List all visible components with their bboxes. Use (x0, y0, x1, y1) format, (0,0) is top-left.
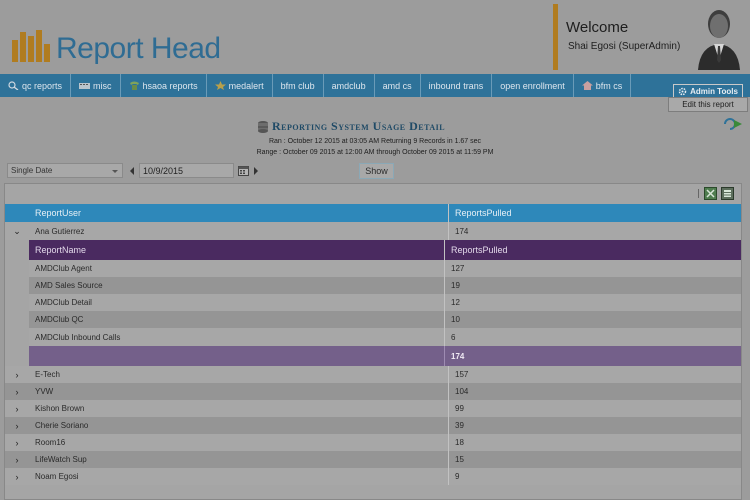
date-mode-select[interactable]: Single Date (7, 163, 123, 178)
report-name-cell: AMDClub Detail (35, 298, 92, 307)
app-header: Report Head Welcome Shai Egosi (SuperAdm… (0, 0, 750, 74)
user-avatar-icon[interactable] (694, 2, 744, 70)
report-user-cell: Room16 (35, 438, 66, 447)
nav-item-inbound-trans[interactable]: inbound trans (421, 74, 493, 97)
report-user-cell: Cherie Soriano (35, 421, 89, 430)
expand-chevron-icon[interactable]: › (5, 400, 29, 417)
previous-date-icon[interactable] (130, 167, 134, 175)
grid-header-row: ReportUser ReportsPulled (5, 204, 741, 222)
table-row[interactable]: ⌄ Ana Gutierrez 174 (5, 222, 741, 240)
home-icon (581, 81, 593, 90)
detail-row: AMDClub Detail 12 (29, 294, 741, 311)
report-user-cell: E-Tech (35, 370, 60, 379)
user-name: Shai Egosi (SuperAdmin) (568, 41, 681, 52)
star-icon (214, 81, 226, 90)
database-icon (258, 120, 268, 133)
collapse-chevron-icon[interactable]: ⌄ (5, 222, 29, 240)
calendar-icon[interactable] (238, 165, 249, 176)
nav-item-open-enrollment[interactable]: open enrollment (492, 74, 574, 97)
reports-pulled-cell: 15 (455, 455, 464, 464)
reports-pulled-cell: 39 (455, 421, 464, 430)
report-name-cell: AMDClub Agent (35, 264, 92, 273)
reports-pulled-cell: 157 (455, 370, 469, 379)
header-divider (553, 4, 558, 70)
report-title: Reporting System Usage Detail (258, 119, 498, 134)
chevron-down-icon (112, 170, 118, 173)
nav-item-amdclub[interactable]: amdclub (324, 74, 375, 97)
column-header-report-user[interactable]: ReportUser (29, 204, 81, 222)
reports-pulled-cell: 18 (455, 438, 464, 447)
nav-item-bfm-cs[interactable]: bfm cs (574, 74, 632, 97)
table-row[interactable]: › Cherie Soriano 39 (5, 417, 741, 434)
detail-row: AMDClub QC 10 (29, 311, 741, 328)
nav-item-misc[interactable]: misc (71, 74, 121, 97)
reports-pulled-cell: 10 (451, 315, 460, 324)
table-row[interactable]: › Noam Egosi 9 (5, 468, 741, 485)
table-row[interactable]: › LifeWatch Sup 15 (5, 451, 741, 468)
detail-row: AMDClub Inbound Calls 6 (29, 328, 741, 346)
detail-total-value: 174 (451, 351, 465, 361)
nav-item-medalert[interactable]: medalert (207, 74, 273, 97)
table-row[interactable]: › Kishon Brown 99 (5, 400, 741, 417)
show-button[interactable]: Show (359, 163, 394, 179)
reports-pulled-cell: 99 (455, 404, 464, 413)
export-excel-icon[interactable] (704, 187, 717, 200)
report-name-cell: AMDClub Inbound Calls (35, 332, 121, 342)
expand-chevron-icon[interactable]: › (5, 366, 29, 383)
export-csv-icon[interactable] (721, 187, 734, 200)
app-title[interactable]: Report Head (56, 32, 221, 66)
nav-item-hsaoa-reports[interactable]: hsaoa reports (121, 74, 207, 97)
detail-total-row: 174 (29, 346, 741, 366)
reports-pulled-cell: 9 (455, 472, 460, 481)
date-input[interactable] (139, 163, 234, 178)
expand-chevron-icon[interactable]: › (5, 451, 29, 468)
nav-item-amd-cs[interactable]: amd cs (375, 74, 421, 97)
reports-pulled-cell: 12 (451, 298, 460, 307)
report-user-cell: YVW (35, 387, 54, 396)
report-user-cell: Ana Gutierrez (35, 226, 85, 236)
next-date-icon[interactable] (254, 167, 258, 175)
expand-chevron-icon[interactable]: › (5, 434, 29, 451)
edit-report-menu-item[interactable]: Edit this report (668, 97, 748, 112)
reports-pulled-cell: 104 (455, 387, 469, 396)
reports-pulled-cell: 127 (451, 264, 465, 273)
nav-item-qc-reports[interactable]: qc reports (0, 74, 72, 97)
reports-pulled-cell: 6 (451, 332, 456, 342)
column-header-reports-pulled[interactable]: ReportsPulled (449, 204, 512, 222)
reports-pulled-cell: 174 (455, 226, 469, 236)
report-name-cell: AMD Sales Source (35, 281, 103, 290)
table-row[interactable]: › Room16 18 (5, 434, 741, 451)
detail-header-row: ReportName ReportsPulled (29, 240, 741, 260)
report-user-cell: LifeWatch Sup (35, 455, 87, 464)
detail-row: AMDClub Agent 127 (29, 260, 741, 277)
expand-chevron-icon[interactable]: › (5, 417, 29, 434)
phone-icon (129, 81, 139, 90)
table-row[interactable]: › E-Tech 157 (5, 366, 741, 383)
refresh-icon[interactable] (722, 117, 742, 131)
keyboard-icon (79, 83, 91, 89)
detail-row: AMD Sales Source 19 (29, 277, 741, 294)
bar-chart-logo-icon (12, 30, 50, 62)
reports-pulled-cell: 19 (451, 281, 460, 290)
admin-tools-button[interactable]: Admin Tools (673, 84, 743, 98)
report-grid: ReportUser ReportsPulled ⌄ Ana Gutierrez… (4, 183, 742, 500)
run-info: Ran : October 12 2015 at 03:05 AM Return… (268, 138, 482, 145)
range-info: Range : October 09 2015 at 12:00 AM thro… (256, 149, 494, 156)
expand-chevron-icon[interactable]: › (5, 468, 29, 485)
toolbar-separator (698, 189, 699, 198)
table-row[interactable]: › YVW 104 (5, 383, 741, 400)
grid-toolbar (5, 184, 741, 204)
main-nav: qc reports misc hsaoa reports medalert b… (0, 74, 750, 97)
report-user-cell: Kishon Brown (35, 404, 85, 413)
report-user-cell: Noam Egosi (35, 472, 79, 481)
report-name-cell: AMDClub QC (35, 315, 84, 324)
search-icon (8, 81, 19, 90)
column-header-detail-reports-pulled[interactable]: ReportsPulled (445, 240, 508, 260)
gear-icon (678, 87, 687, 95)
column-header-report-name[interactable]: ReportName (29, 240, 86, 260)
expand-chevron-icon[interactable]: › (5, 383, 29, 400)
nav-item-bfm-club[interactable]: bfm club (273, 74, 324, 97)
welcome-text: Welcome (566, 19, 629, 36)
